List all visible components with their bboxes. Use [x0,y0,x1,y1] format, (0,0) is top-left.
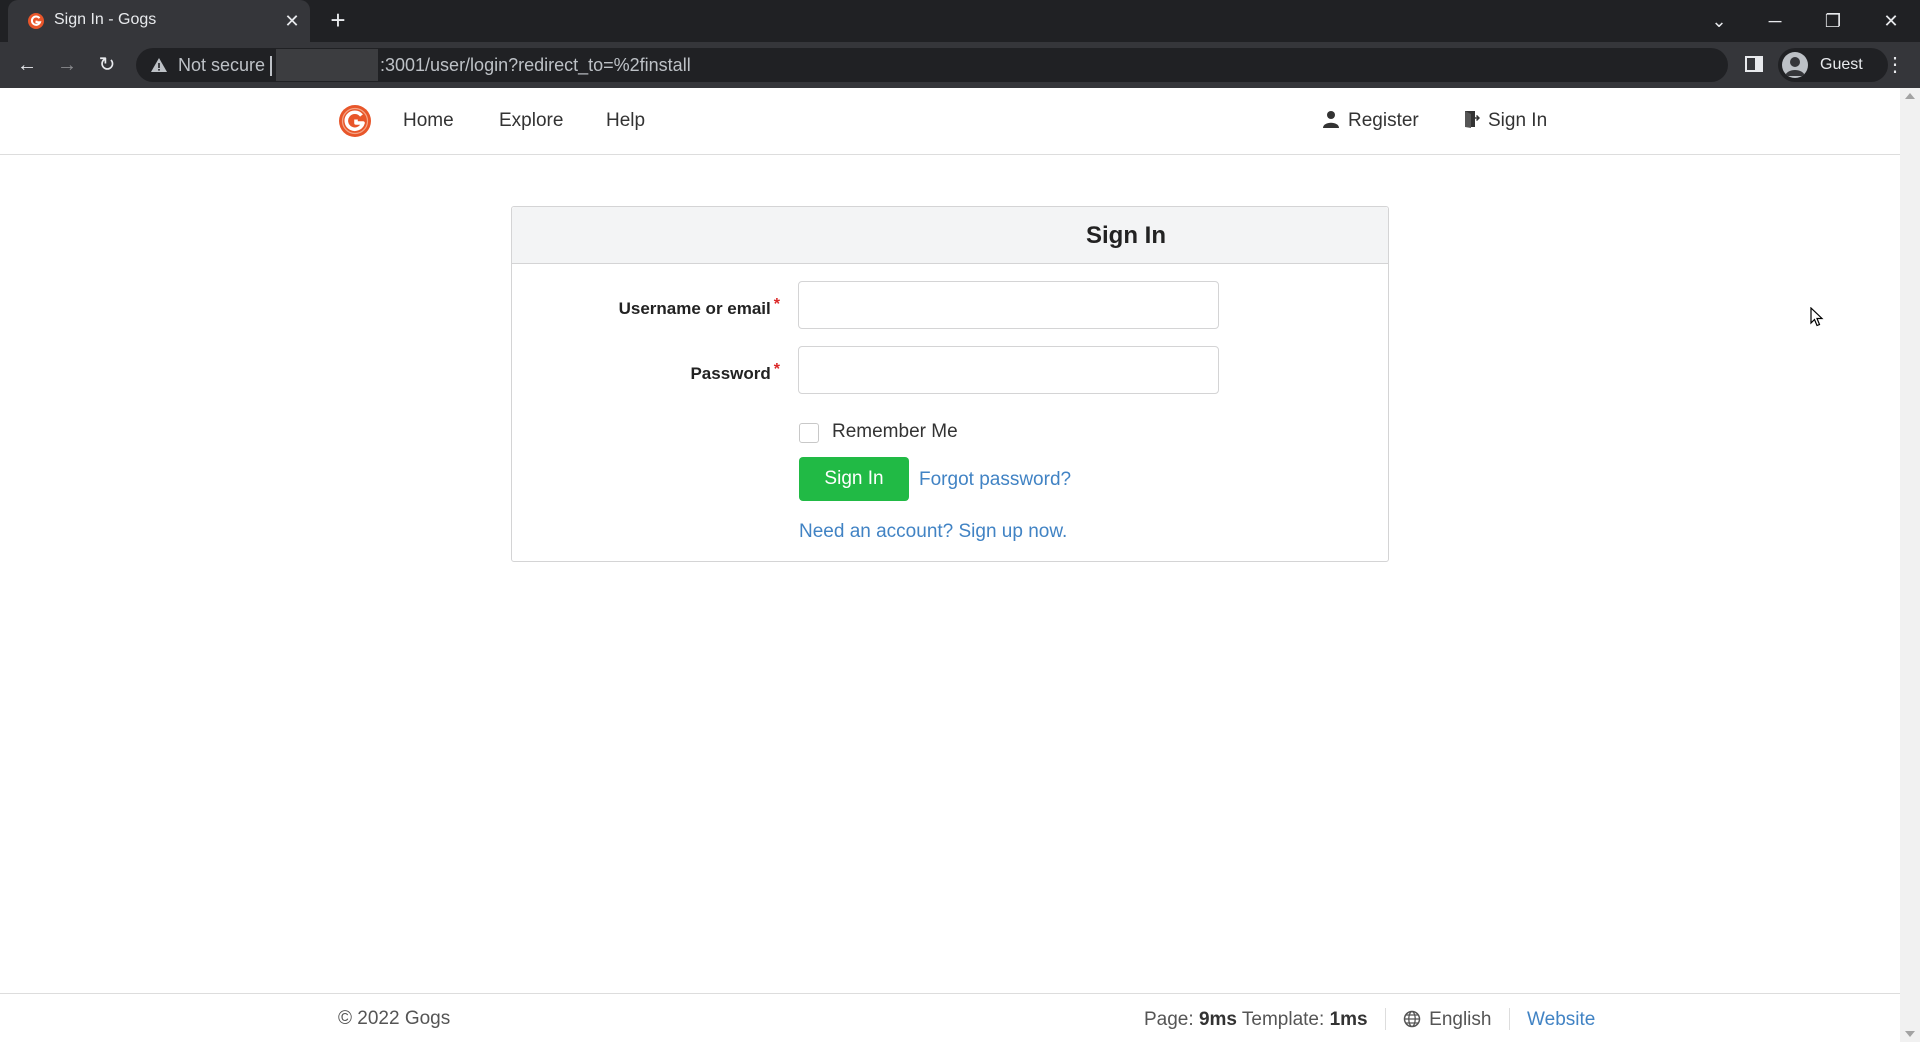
warning-icon [151,58,167,72]
username-label: Username or email * [618,296,780,319]
new-tab-button[interactable]: + [325,7,351,34]
nav-help-link[interactable]: Help [606,110,645,132]
remember-me-checkbox[interactable] [799,423,819,443]
address-bar[interactable]: Not secure :3001/user/login?redirect_to=… [136,48,1728,82]
globe-icon [1403,1010,1421,1028]
back-arrow-icon[interactable]: ← [12,50,42,80]
profile-button[interactable]: Guest [1778,48,1888,82]
side-panel-icon[interactable] [1744,54,1764,74]
template-time-value: 1ms [1329,1009,1368,1030]
tab-close-icon[interactable]: ✕ [280,9,304,33]
forgot-password-link[interactable]: Forgot password? [919,469,1071,491]
site-header: Home Explore Help Register Sign In [0,88,1900,155]
restore-icon[interactable]: ❐ [1818,6,1848,36]
password-label-text: Password [690,364,771,383]
gogs-logo-icon[interactable] [338,104,372,138]
footer-divider [1384,1008,1386,1030]
mouse-cursor-icon [1810,307,1824,327]
scroll-down-arrow-icon[interactable] [1905,1031,1915,1037]
copyright-text: © 2022 Gogs [338,1008,451,1029]
required-marker: * [773,361,780,378]
page-time-label: Page: [1144,1009,1194,1030]
username-label-text: Username or email [618,299,771,318]
tab-title: Sign In - Gogs [54,11,157,28]
not-secure-label[interactable]: Not secure [178,55,265,76]
forward-arrow-icon[interactable]: → [52,50,82,80]
scroll-up-arrow-icon[interactable] [1905,93,1915,99]
sign-up-link[interactable]: Need an account? Sign up now. [799,521,1067,543]
reload-icon[interactable]: ↻ [92,50,122,80]
nav-sign-in-link[interactable]: Sign In [1462,110,1547,132]
sign-in-form: Sign In Username or email * Password * Rem… [511,206,1389,562]
gogs-favicon-icon [28,13,44,29]
redacted-host [276,49,378,81]
profile-label: Guest [1820,56,1863,73]
nav-register-link[interactable]: Register [1322,110,1419,132]
page-time-value: 9ms [1198,1009,1237,1030]
footer-divider [1508,1008,1510,1030]
tab-search-icon[interactable]: ⌄ [1704,6,1734,36]
minimize-icon[interactable]: ─ [1760,6,1790,36]
site-footer: © 2022 Gogs Page: 9ms Template: 1ms Engl… [0,993,1900,1042]
vertical-scrollbar[interactable] [1900,88,1920,1042]
url-divider [270,56,272,76]
url-text[interactable]: :3001/user/login?redirect_to=%2finstall [380,55,691,76]
form-header: Sign In [512,207,1388,264]
footer-right: Page: 9ms Template: 1ms English Website [1144,1008,1595,1031]
sign-in-button[interactable]: Sign In [799,457,909,501]
browser-menu-icon[interactable]: ⋮ [1880,52,1910,78]
nav-home-link[interactable]: Home [403,110,454,132]
language-label: English [1429,1009,1492,1030]
user-icon [1323,111,1339,128]
window-close-icon[interactable]: ✕ [1876,6,1906,36]
sign-in-label: Sign In [1488,110,1548,131]
sign-in-icon [1465,111,1480,128]
page: Home Explore Help Register Sign In Sign … [0,88,1900,1042]
nav-explore-link[interactable]: Explore [499,110,563,132]
username-input[interactable] [798,281,1219,329]
browser-tab-strip: Sign In - Gogs ✕ + ⌄ ─ ❐ ✕ [0,0,1920,42]
remember-me-label[interactable]: Remember Me [832,421,958,443]
website-link[interactable]: Website [1527,1009,1595,1030]
form-title: Sign In [1086,222,1166,249]
browser-toolbar: ← → ↻ Not secure :3001/user/login?redire… [0,42,1920,88]
password-label: Password * [690,361,780,384]
password-input[interactable] [798,346,1219,394]
browser-tab[interactable]: Sign In - Gogs ✕ [8,0,310,42]
language-selector[interactable]: English [1403,1009,1497,1030]
template-time-label: Template: [1241,1009,1325,1030]
register-label: Register [1348,110,1419,131]
guest-avatar-icon [1782,52,1808,78]
required-marker: * [773,296,780,313]
